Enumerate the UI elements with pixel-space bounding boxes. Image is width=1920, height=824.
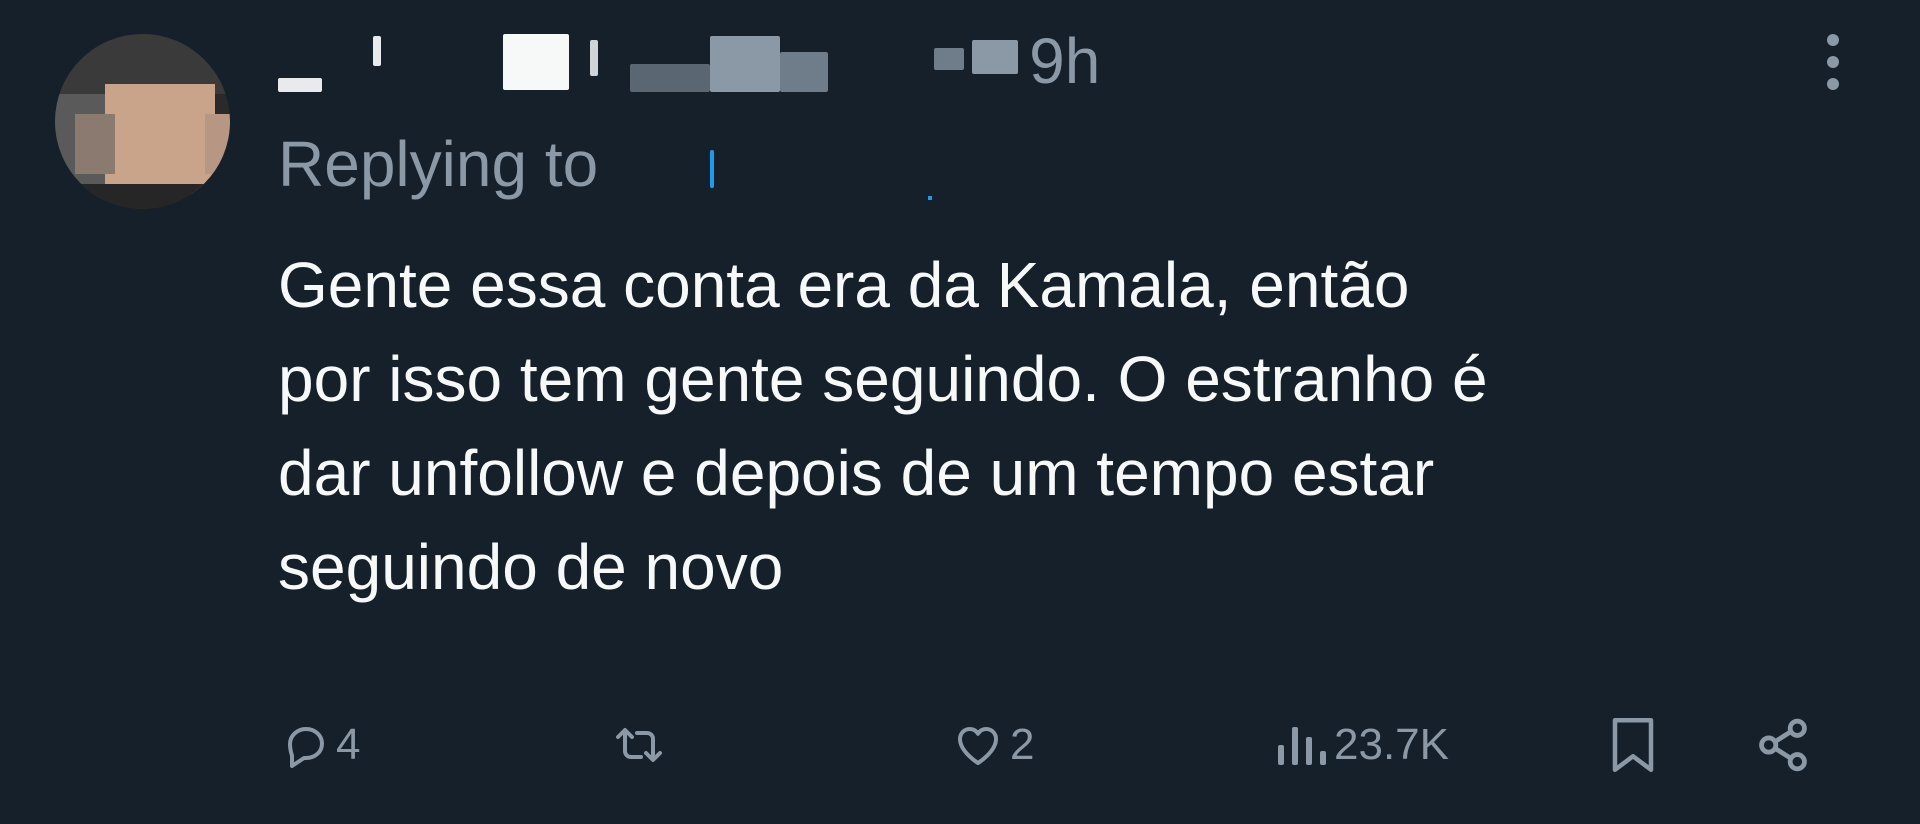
reply-count: 4: [336, 720, 361, 769]
tweet-text: Gente essa conta era da Kamala, então po…: [278, 249, 1488, 603]
more-options-icon[interactable]: [1818, 34, 1848, 90]
share-button[interactable]: [1752, 705, 1814, 785]
heart-icon: [952, 721, 1004, 769]
action-bar: 4 2 23.7K: [0, 705, 1920, 785]
retweet-button[interactable]: [612, 705, 672, 785]
retweet-icon: [612, 721, 666, 769]
tweet-header: · 9h: [278, 26, 1778, 96]
tweet[interactable]: · 9h Replying to Gente essa conta era da…: [0, 0, 1920, 824]
replying-to-label: Replying to: [278, 128, 599, 200]
views-icon: [1274, 721, 1328, 769]
reply-button[interactable]: 4: [282, 705, 360, 785]
views-button[interactable]: 23.7K: [1274, 705, 1449, 785]
redacted-display-name[interactable]: [278, 78, 322, 92]
redacted-name-part: [373, 36, 381, 66]
tweet-time[interactable]: · 9h: [990, 26, 1100, 96]
redacted-name-part: [590, 40, 598, 76]
redacted-handle-part: [710, 36, 780, 92]
like-count: 2: [1010, 720, 1035, 769]
bookmark-button[interactable]: [1606, 705, 1660, 785]
redacted-reply-handle[interactable]: [710, 140, 940, 206]
reply-icon: [282, 721, 330, 769]
like-button[interactable]: 2: [952, 705, 1034, 785]
share-icon: [1752, 714, 1814, 776]
redacted-handle[interactable]: [630, 64, 710, 92]
bookmark-icon: [1606, 715, 1660, 775]
redacted-handle-part: [934, 48, 964, 70]
views-count: 23.7K: [1334, 720, 1449, 769]
avatar[interactable]: [55, 34, 230, 209]
redacted-name-part: [503, 34, 569, 90]
redacted-handle-part: [780, 52, 828, 92]
